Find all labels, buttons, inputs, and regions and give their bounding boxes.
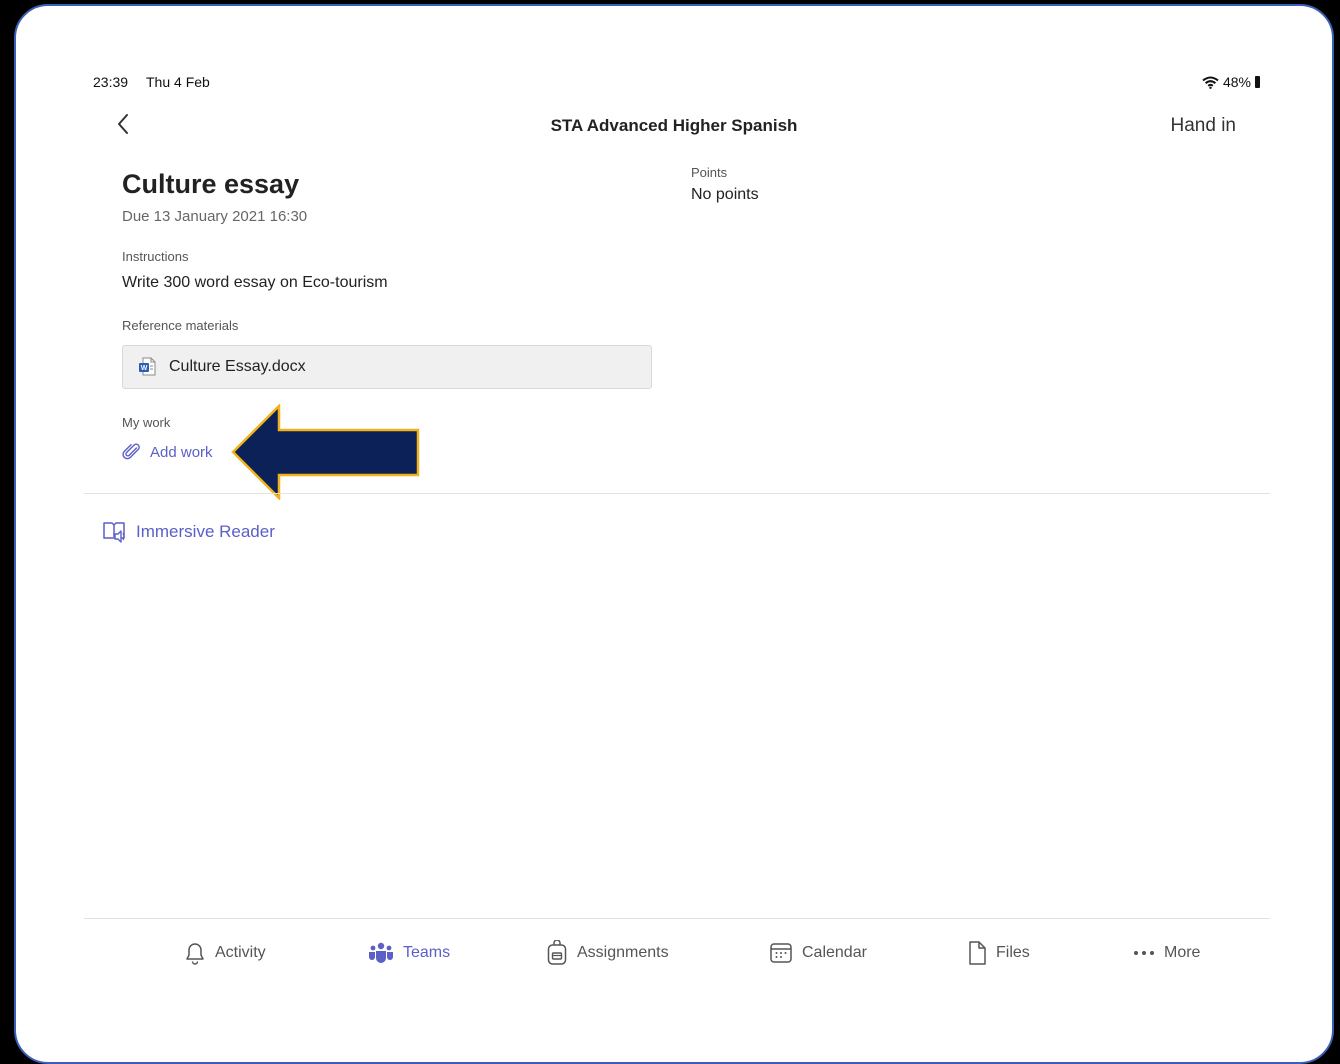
tab-files[interactable]: Files — [967, 940, 1030, 966]
battery-icon — [1255, 76, 1260, 88]
immersive-reader-icon — [103, 522, 125, 543]
status-time: 23:39 — [93, 74, 129, 90]
add-work-button[interactable]: Add work — [122, 442, 213, 462]
tab-more-label: More — [1164, 944, 1201, 961]
content-divider — [84, 493, 1270, 494]
instructions-label: Instructions — [122, 249, 189, 264]
tab-calendar[interactable]: Calendar — [769, 941, 867, 965]
tab-teams[interactable]: Teams — [368, 942, 450, 964]
tab-calendar-label: Calendar — [802, 944, 867, 961]
teams-icon — [369, 942, 393, 963]
battery-percent: 48% — [1222, 74, 1251, 90]
points-value: No points — [691, 186, 759, 203]
points-label: Points — [691, 165, 728, 180]
calendar-icon — [770, 943, 792, 963]
page-title: STA Advanced Higher Spanish — [550, 116, 798, 135]
bottom-tab-bar: Activity Teams Assignments Calendar File… — [84, 920, 1270, 986]
tablet-screen: 23:39 Thu 4 Feb 48% STA Advanced Higher … — [14, 4, 1334, 1064]
tabbar-divider — [84, 918, 1270, 919]
my-work-label: My work — [122, 415, 171, 430]
reference-file-name: Culture Essay.docx — [169, 358, 306, 375]
hand-in-button[interactable]: Hand in — [1171, 115, 1237, 137]
tab-assignments-label: Assignments — [577, 944, 669, 961]
more-icon — [1134, 951, 1154, 955]
tab-more[interactable]: More — [1133, 944, 1200, 962]
status-date: Thu 4 Feb — [146, 74, 210, 90]
instructions-text: Write 300 word essay on Eco-tourism — [122, 274, 388, 291]
tab-activity-label: Activity — [215, 944, 266, 961]
reference-file-card[interactable]: W Culture Essay.docx — [122, 345, 652, 389]
bell-icon — [186, 943, 204, 965]
assignment-title: Culture essay — [122, 169, 300, 199]
backpack-icon — [547, 940, 567, 965]
immersive-reader-label: Immersive Reader — [136, 522, 275, 541]
status-right: 48% — [1202, 74, 1260, 90]
tab-activity[interactable]: Activity — [184, 941, 266, 965]
word-document-icon: W — [139, 357, 156, 376]
svg-text:W: W — [141, 365, 148, 372]
file-icon — [969, 941, 986, 965]
reference-materials-label: Reference materials — [122, 318, 239, 333]
tab-assignments[interactable]: Assignments — [546, 940, 669, 966]
add-work-label: Add work — [150, 443, 213, 461]
wifi-icon — [1202, 76, 1219, 89]
tab-files-label: Files — [996, 944, 1030, 961]
paperclip-icon — [122, 443, 140, 460]
due-date: Due 13 January 2021 16:30 — [122, 208, 308, 225]
annotation-arrow-icon — [231, 404, 420, 500]
immersive-reader-button[interactable]: Immersive Reader — [102, 519, 275, 545]
tab-teams-label: Teams — [403, 944, 451, 961]
